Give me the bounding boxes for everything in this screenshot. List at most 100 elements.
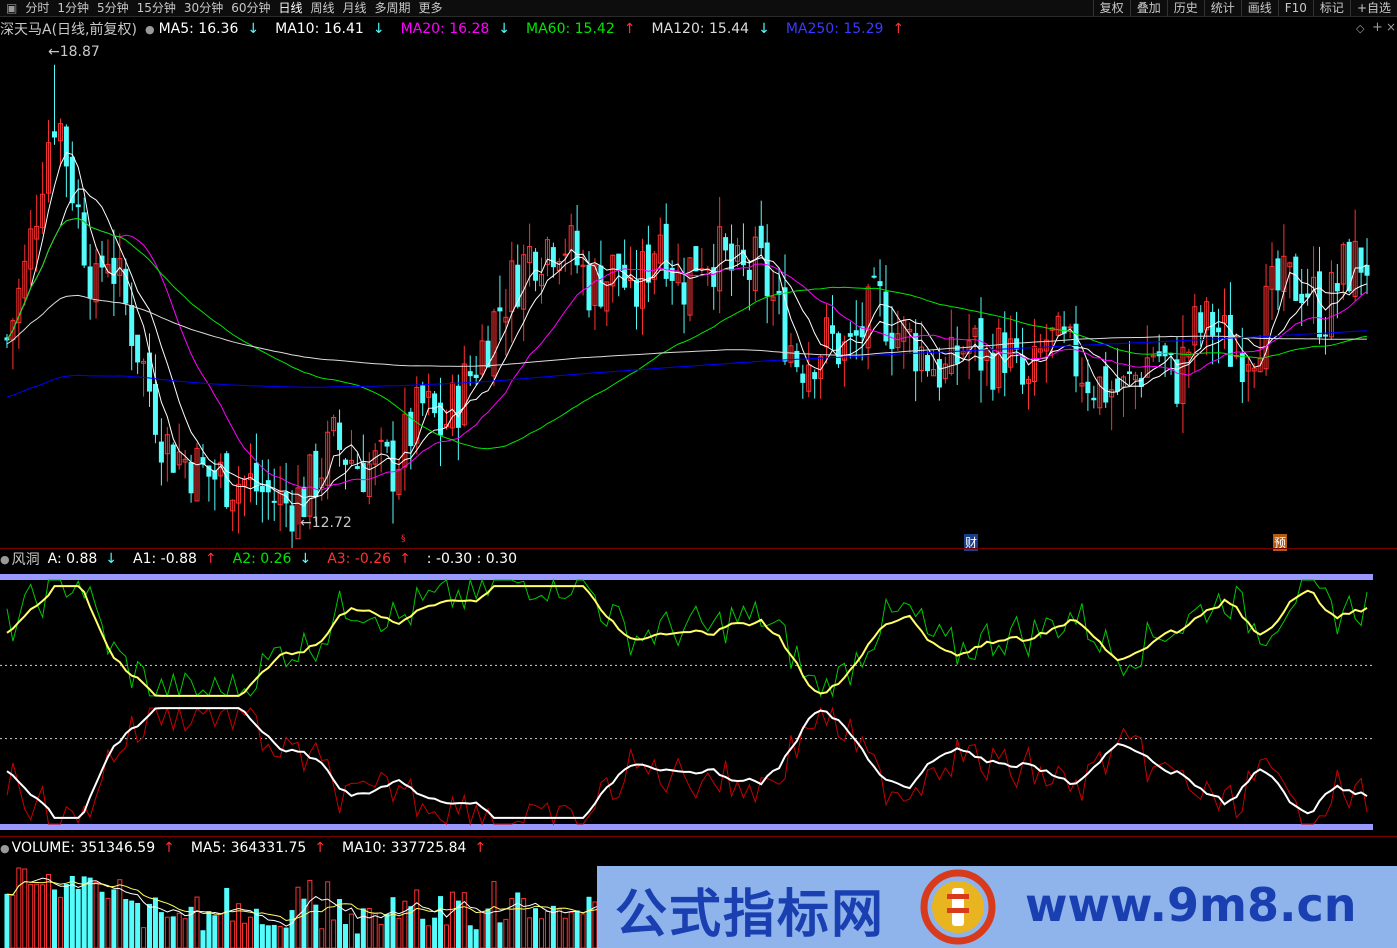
- high-price-mark: ←18.87: [48, 44, 100, 60]
- separator-indicator: [0, 836, 1397, 837]
- volume-bar: [497, 922, 503, 948]
- candle-body: [224, 453, 230, 507]
- tab-15min[interactable]: 15分钟: [133, 0, 180, 17]
- levels-label: : -0.30 : 0.30: [426, 551, 517, 567]
- candle-body: [871, 275, 877, 278]
- draw-line-button[interactable]: 画线: [1240, 0, 1278, 17]
- volume-bar: [485, 908, 491, 948]
- candle-body: [1091, 397, 1097, 401]
- statistics-button[interactable]: 统计: [1203, 0, 1241, 17]
- settings-dot-icon[interactable]: ●: [0, 553, 10, 566]
- candle-body: [1322, 334, 1328, 337]
- ma60-label: MA60: 15.42 ↑: [526, 21, 636, 37]
- settings-dot-icon[interactable]: ●: [145, 23, 155, 36]
- volume-bar: [22, 868, 28, 948]
- watermark-url: www.9m8.cn: [1025, 878, 1357, 932]
- volume-bar: [438, 896, 444, 948]
- volume-bar: [443, 924, 449, 948]
- candle-body: [925, 355, 931, 372]
- tab-1min[interactable]: 1分钟: [53, 0, 93, 17]
- indicator-name[interactable]: 风洞: [12, 549, 40, 569]
- volume-bar: [194, 896, 200, 948]
- tab-5min[interactable]: 5分钟: [93, 0, 133, 17]
- volume-bar: [63, 883, 69, 948]
- diamond-icon[interactable]: ◇: [1356, 22, 1364, 35]
- volume-bar: [307, 879, 313, 948]
- plus-icon[interactable]: +: [1372, 20, 1383, 35]
- volume-bar: [164, 916, 170, 948]
- candle-body: [830, 325, 836, 334]
- candle-body: [746, 269, 752, 280]
- volume-bar: [265, 925, 271, 948]
- candle-body: [313, 450, 319, 498]
- ma120-label: MA120: 15.44 ↓: [651, 21, 770, 37]
- tab-daily[interactable]: 日线: [274, 0, 306, 17]
- tab-more[interactable]: 更多: [415, 0, 447, 17]
- candle-body: [1067, 326, 1073, 329]
- volume-bar: [40, 884, 46, 948]
- candle-body: [877, 281, 883, 287]
- candle-body: [729, 243, 735, 271]
- candle-body: [1299, 293, 1305, 304]
- volume-bar: [515, 892, 521, 948]
- close-icon[interactable]: ×: [1386, 20, 1396, 34]
- candle-body: [1126, 371, 1132, 375]
- volume-bar: [574, 910, 580, 948]
- candle-body: [188, 462, 194, 494]
- volume-bar: [568, 911, 574, 948]
- volume-bar: [586, 896, 592, 948]
- volume-bar: [170, 916, 176, 948]
- stock-title[interactable]: 深天马A(日线,前复权): [0, 19, 137, 39]
- volume-bar: [580, 913, 586, 948]
- volume-bar: [372, 912, 378, 948]
- candle-body: [681, 282, 687, 305]
- indicator-legend: ● 风洞 A: 0.88 ↓ A1: -0.88 ↑ A2: 0.26 ↓ A3: -…: [0, 550, 525, 568]
- tab-monthly[interactable]: 月线: [339, 0, 371, 17]
- add-watchlist-button[interactable]: +自选: [1349, 0, 1397, 17]
- candle-body: [51, 131, 57, 138]
- candle-body: [1364, 264, 1370, 276]
- candle-body: [152, 383, 158, 435]
- volume-bar: [176, 912, 182, 948]
- candle-body: [129, 305, 135, 346]
- collapse-icon[interactable]: ▣: [2, 0, 21, 17]
- candle-body: [123, 268, 129, 304]
- history-button[interactable]: 历史: [1166, 0, 1204, 17]
- price-chart[interactable]: [0, 38, 1397, 548]
- ma250-label: MA250: 15.29 ↑: [785, 21, 905, 37]
- tool-buttons: 复权 叠加 历史 统计 画线 F10 标记 +自选: [1092, 0, 1397, 17]
- tab-multi-period[interactable]: 多周期: [371, 0, 415, 17]
- volume-bar: [289, 910, 295, 948]
- volume-bar: [182, 918, 188, 948]
- volume-ma10-label: MA10: 337725.84 ↑: [342, 840, 487, 856]
- volume-bar: [556, 908, 562, 948]
- volume-bar: [491, 881, 497, 948]
- candle-body: [1275, 258, 1281, 291]
- candle-body: [889, 332, 895, 349]
- tab-fenshi[interactable]: 分时: [21, 0, 53, 17]
- fuquan-button[interactable]: 复权: [1092, 0, 1130, 17]
- candle-body: [764, 242, 770, 297]
- candle-body: [497, 307, 503, 312]
- period-toolbar: ▣ 分时 1分钟 5分钟 15分钟 30分钟 60分钟 日线 周线 月线 多周期…: [0, 0, 1397, 17]
- volume-bar: [378, 923, 384, 948]
- candle-body: [1239, 353, 1245, 383]
- mark-button[interactable]: 标记: [1312, 0, 1350, 17]
- volume-bar: [259, 924, 265, 948]
- f10-button[interactable]: F10: [1277, 0, 1313, 17]
- settings-dot-icon[interactable]: ●: [0, 842, 10, 855]
- candle-body: [1216, 327, 1222, 333]
- volume-bar: [242, 922, 248, 948]
- dividend-event-mark[interactable]: §: [401, 534, 406, 544]
- candle-body: [533, 251, 539, 281]
- volume-bar: [218, 913, 224, 948]
- tab-weekly[interactable]: 周线: [307, 0, 339, 17]
- volume-bar: [152, 897, 158, 948]
- volume-bar: [4, 893, 10, 948]
- tab-60min[interactable]: 60分钟: [227, 0, 274, 17]
- indicator-chart[interactable]: [0, 568, 1397, 836]
- tab-30min[interactable]: 30分钟: [180, 0, 227, 17]
- volume-bar: [87, 877, 93, 948]
- overlay-button[interactable]: 叠加: [1129, 0, 1167, 17]
- candle-body: [1358, 247, 1364, 273]
